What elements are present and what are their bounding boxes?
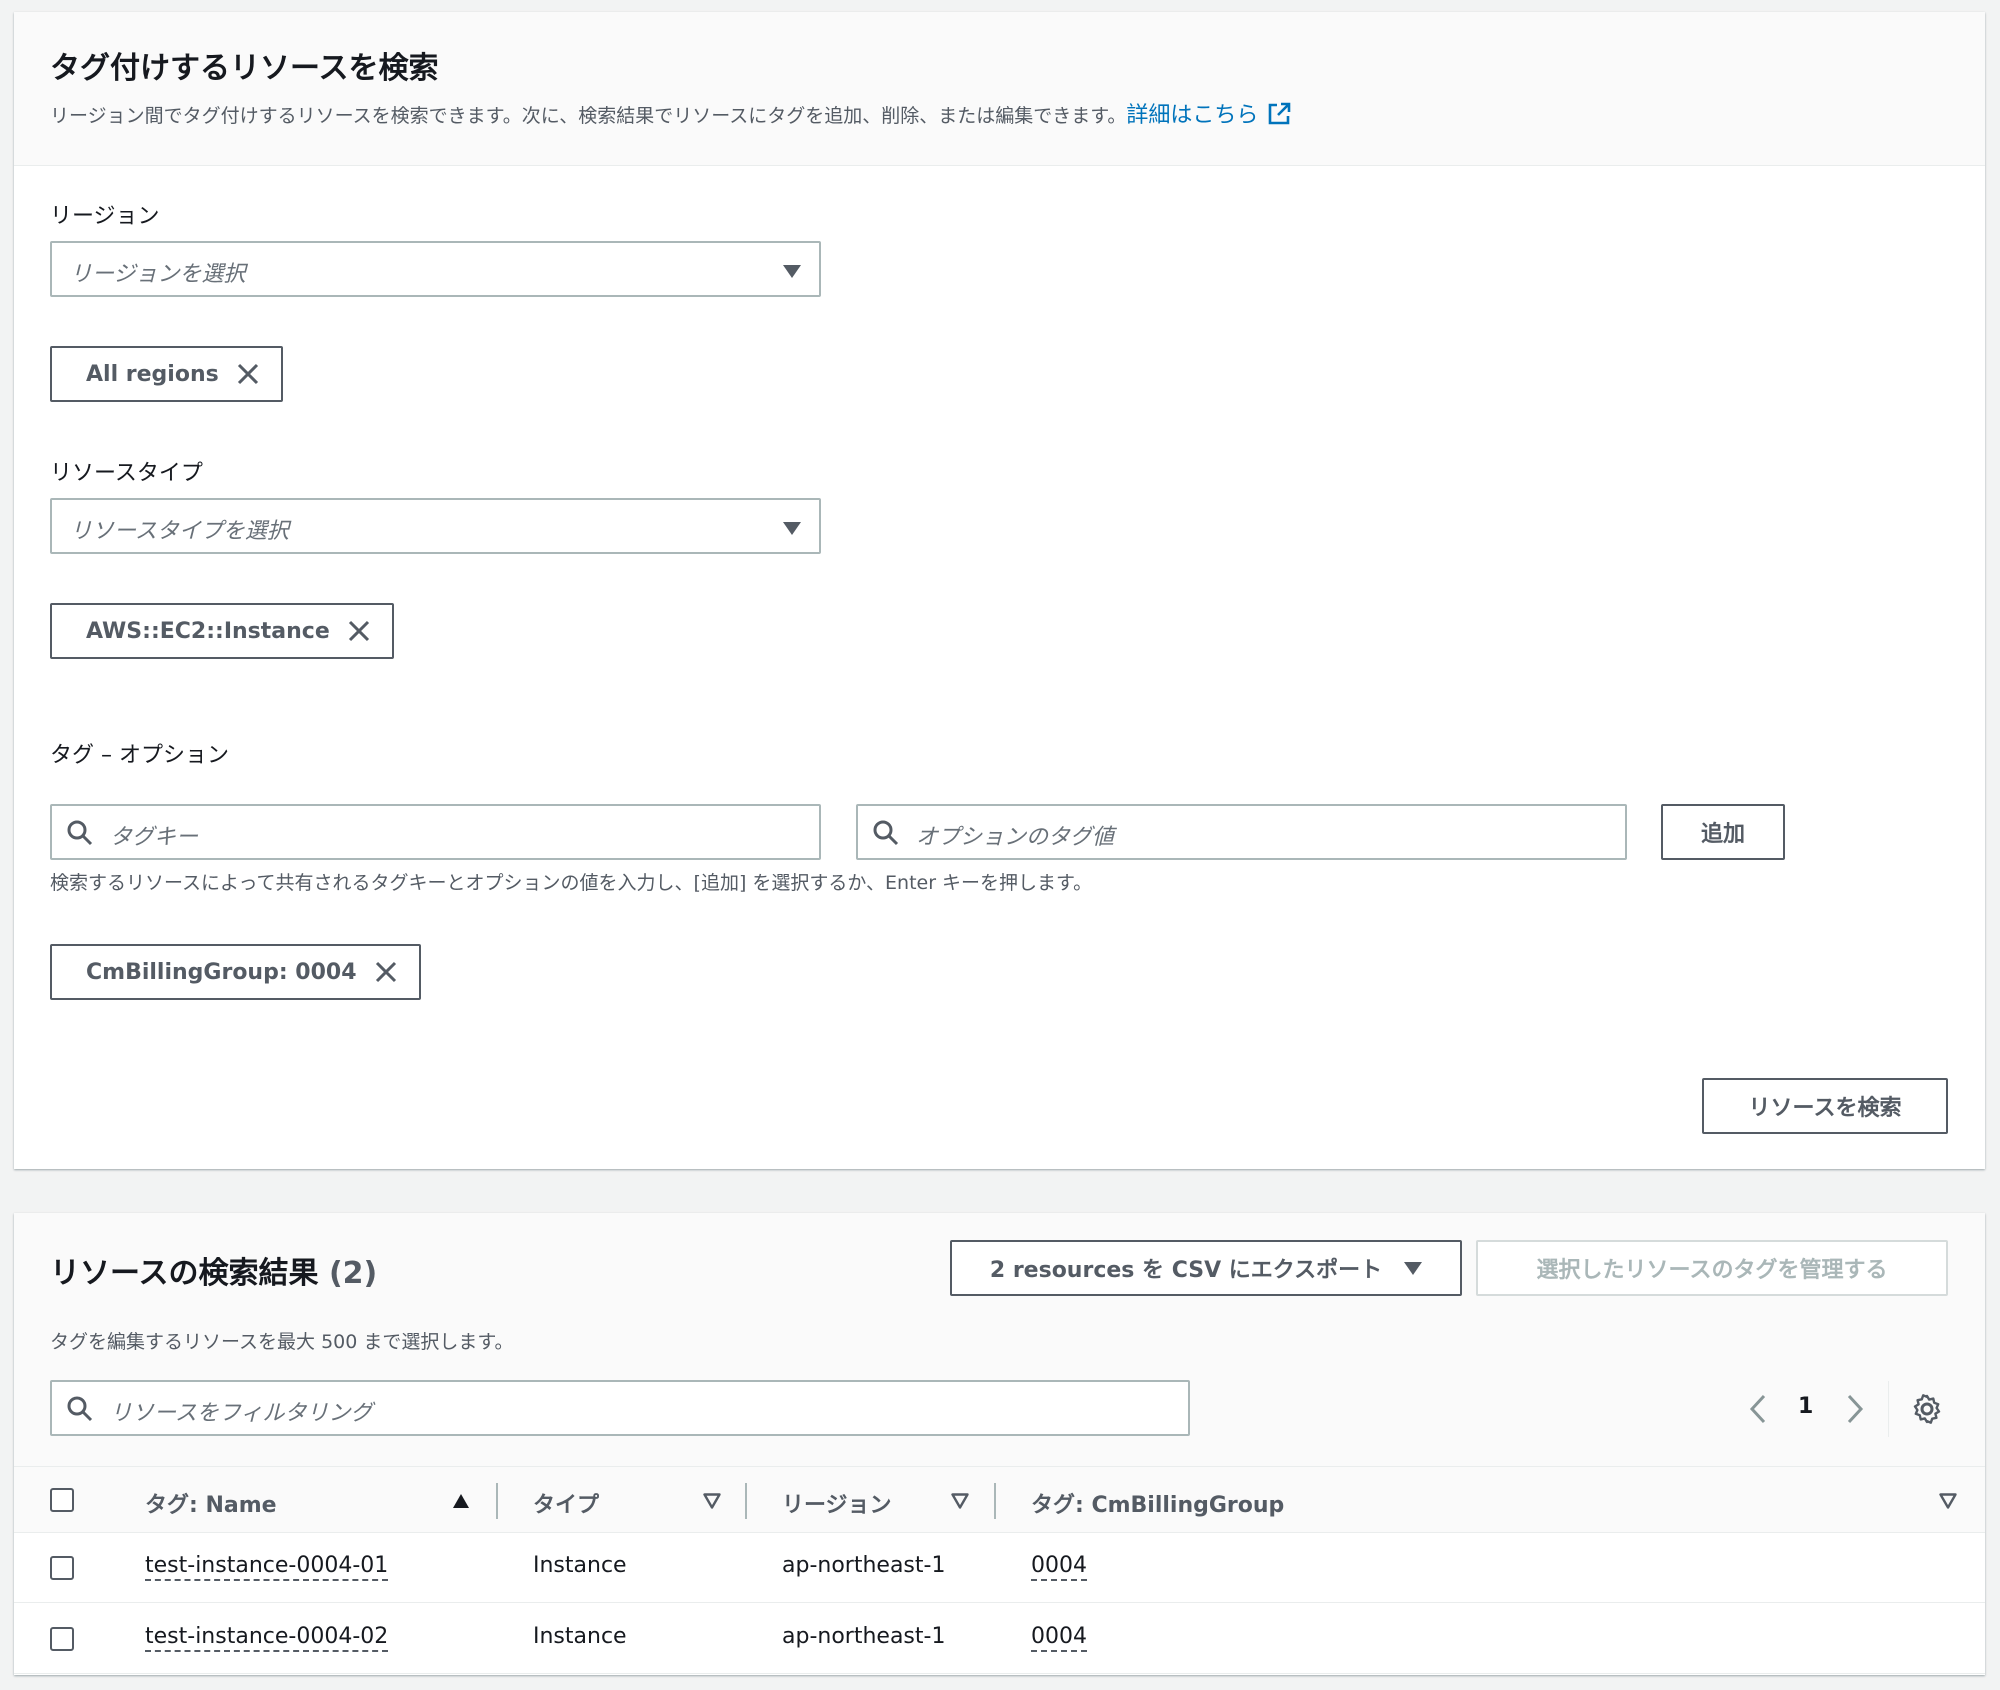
resource-type-token-label: AWS::EC2::Instance	[86, 618, 330, 644]
region-select[interactable]: リージョンを選択	[50, 241, 821, 297]
resource-region-cell: ap-northeast-1	[782, 1553, 946, 1578]
resource-type-cell: Instance	[533, 1553, 627, 1578]
resource-region-cell: ap-northeast-1	[782, 1624, 946, 1649]
remove-tag-token-icon[interactable]	[373, 959, 399, 985]
gear-icon[interactable]	[1911, 1393, 1943, 1425]
chevron-right-icon[interactable]	[1844, 1393, 1866, 1425]
remove-region-token-icon[interactable]	[235, 361, 261, 387]
column-separator[interactable]	[496, 1483, 498, 1519]
tag-value-input[interactable]: オプションのタグ値	[856, 804, 1627, 860]
results-title: リソースの検索結果 (2)	[50, 1248, 377, 1292]
results-count: (2)	[328, 1256, 378, 1291]
add-tag-button[interactable]: 追加	[1661, 804, 1785, 860]
manage-tags-button[interactable]: 選択したリソースのタグを管理する	[1476, 1240, 1948, 1296]
filter-resources-input[interactable]: リソースをフィルタリング	[50, 1380, 1190, 1436]
sort-icon[interactable]	[951, 1493, 969, 1509]
region-token: All regions	[50, 346, 283, 402]
caret-down-icon	[783, 265, 801, 278]
search-results-panel: リソースの検索結果 (2) 2 resources を CSV にエクスポート …	[14, 1213, 1985, 1675]
external-link-icon	[1269, 102, 1291, 125]
tag-key-input[interactable]: タグキー	[50, 804, 821, 860]
pager-divider	[1888, 1381, 1889, 1437]
resource-name-link[interactable]: test-instance-0004-01	[145, 1553, 389, 1581]
table-row[interactable]: test-instance-0004-01 Instance ap-northe…	[14, 1533, 1985, 1603]
resource-type-cell: Instance	[533, 1624, 627, 1649]
sort-icon[interactable]	[703, 1493, 721, 1509]
region-label: リージョン	[50, 204, 160, 229]
row-checkbox[interactable]	[50, 1627, 74, 1651]
search-resources-button[interactable]: リソースを検索	[1702, 1078, 1948, 1134]
tag-token-label: CmBillingGroup: 0004	[86, 959, 357, 985]
export-csv-button[interactable]: 2 resources を CSV にエクスポート	[950, 1240, 1462, 1296]
search-icon	[873, 820, 899, 846]
description-text: リージョン間でタグ付けするリソースを検索できます。次に、検索結果でリソースにタグ…	[50, 105, 1127, 127]
caret-down-icon	[783, 522, 801, 535]
column-header-name[interactable]: タグ: Name	[145, 1487, 277, 1519]
search-panel-title: タグ付けするリソースを検索	[50, 51, 439, 86]
current-page-number[interactable]: 1	[1798, 1394, 1813, 1419]
chevron-left-icon[interactable]	[1747, 1393, 1769, 1425]
column-separator[interactable]	[994, 1483, 996, 1519]
resource-type-label: リソースタイプ	[50, 461, 203, 486]
table-header: タグ: Name タイプ リージョン タグ: CmBillingGroup	[14, 1467, 1985, 1533]
details-link-label: 詳細はこちら	[1126, 103, 1259, 128]
resource-type-token: AWS::EC2::Instance	[50, 603, 394, 659]
search-icon	[67, 820, 93, 846]
tags-label: タグ – オプション	[50, 743, 229, 768]
search-icon	[67, 1396, 93, 1422]
tag-key-placeholder: タグキー	[110, 825, 199, 850]
results-title-text: リソースの検索結果	[50, 1256, 319, 1291]
column-header-billing-group[interactable]: タグ: CmBillingGroup	[1031, 1487, 1284, 1519]
billing-group-tag-value[interactable]: 0004	[1031, 1553, 1087, 1581]
resource-type-select-placeholder: リソースタイプを選択	[70, 519, 289, 544]
filter-placeholder: リソースをフィルタリング	[110, 1401, 373, 1426]
remove-resource-type-token-icon[interactable]	[346, 618, 372, 644]
table-row[interactable]: test-instance-0004-02 Instance ap-northe…	[14, 1604, 1985, 1674]
region-select-placeholder: リージョンを選択	[70, 262, 246, 287]
export-csv-label: 2 resources を CSV にエクスポート	[989, 1258, 1383, 1283]
resource-name-link[interactable]: test-instance-0004-02	[145, 1624, 389, 1652]
column-header-type[interactable]: タイプ	[533, 1487, 599, 1519]
search-panel-header: タグ付けするリソースを検索 リージョン間でタグ付けするリソースを検索できます。次…	[14, 12, 1985, 166]
tag-token: CmBillingGroup: 0004	[50, 944, 421, 1000]
caret-down-icon	[1404, 1261, 1423, 1275]
select-all-checkbox[interactable]	[50, 1488, 74, 1512]
column-separator[interactable]	[745, 1483, 747, 1519]
results-subtitle: タグを編集するリソースを最大 500 まで選択します。	[50, 1331, 514, 1353]
tag-value-placeholder: オプションのタグ値	[916, 825, 1115, 850]
tag-hint-text: 検索するリソースによって共有されるタグキーとオプションの値を入力し、[追加] を…	[50, 872, 1093, 894]
resource-type-select[interactable]: リソースタイプを選択	[50, 498, 821, 554]
column-header-region[interactable]: リージョン	[782, 1487, 892, 1519]
sort-ascending-icon[interactable]	[452, 1493, 470, 1509]
row-checkbox[interactable]	[50, 1556, 74, 1580]
search-panel-description: リージョン間でタグ付けするリソースを検索できます。次に、検索結果でリソースにタグ…	[50, 97, 1292, 129]
region-token-label: All regions	[86, 361, 219, 387]
details-link[interactable]: 詳細はこちら	[1126, 102, 1292, 128]
search-resources-panel: タグ付けするリソースを検索 リージョン間でタグ付けするリソースを検索できます。次…	[14, 12, 1985, 1169]
billing-group-tag-value[interactable]: 0004	[1031, 1624, 1087, 1652]
results-header: リソースの検索結果 (2) 2 resources を CSV にエクスポート …	[14, 1213, 1985, 1467]
sort-icon[interactable]	[1939, 1493, 1957, 1509]
